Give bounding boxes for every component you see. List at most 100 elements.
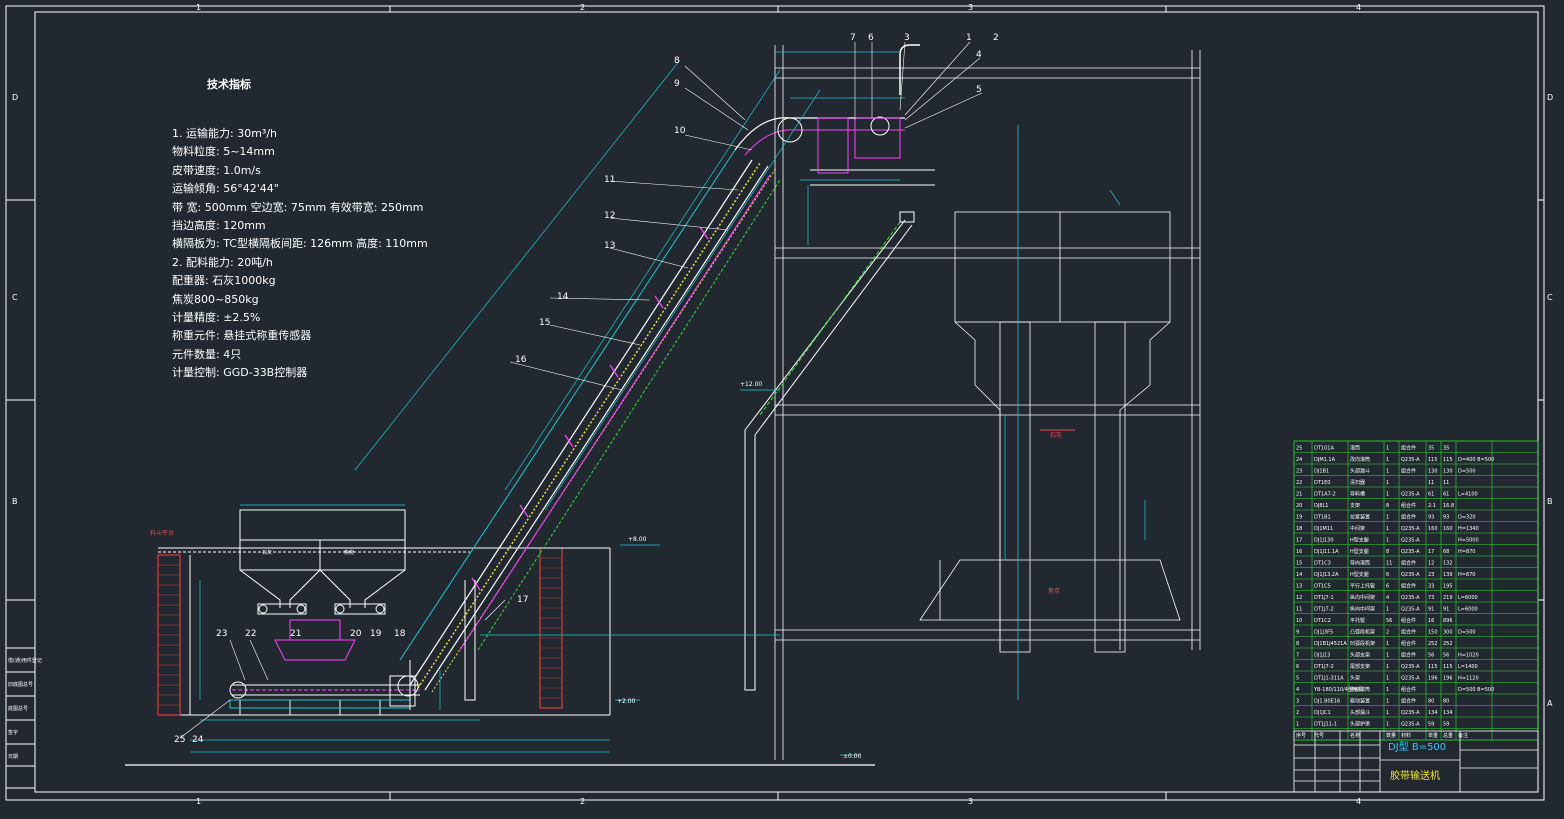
parts-table-cell: 23 [1296,469,1302,475]
spec-line: 元件数量: 4只 [172,347,242,361]
parts-table-cell: 组合件 [1401,686,1416,693]
callout-3: 3 [904,33,910,43]
parts-table-cell: 纵向中间架 [1350,606,1375,613]
parts-table-cell: 6 [1386,584,1389,590]
parts-table-cell: 115 [1443,457,1453,463]
parts-table-cell: 组合件 [1401,445,1416,452]
parts-table-cell: 1 [1386,538,1389,544]
parts-table-cell: 备注 [1458,732,1468,739]
parts-table-cell: 凹弧段机架 [1350,640,1375,647]
parts-table-cell: DJM1.1A [1314,457,1336,463]
parts-table-cell: H=870 [1458,549,1476,555]
parts-table-cell: 115 [1443,664,1453,670]
parts-table-cell: 1 [1386,526,1389,532]
parts-table-cell: Q235-A [1401,664,1420,670]
parts-table-cell: 17 [1296,538,1302,544]
parts-table-cell: H型支腿 [1350,537,1369,544]
parts-table-cell: DJ1B1J4521A [1314,641,1347,647]
parts-table-cell: DJ1M11 [1314,526,1333,532]
parts-table-cell: D=500 B=500 [1458,687,1494,693]
parts-table-cell: DT101A [1314,446,1334,452]
parts-table-cell: 尾部支架 [1350,663,1370,670]
strip-text-1: 借(通)用件登记 [8,657,42,664]
col-ref-4: 4 [1356,3,1361,12]
parts-table-cell: 252 [1428,641,1438,647]
parts-table-cell: Q235-A [1401,457,1420,463]
parts-table-cell: 头架 [1350,675,1360,682]
parts-table-cell: 总重 [1443,732,1453,739]
parts-table-cell: Q235-A [1401,492,1420,498]
parts-table-cell: 160 [1443,526,1453,532]
spec-line: 横隔板为: TC型横隔板间距: 126mm 高度: 110mm [172,237,428,251]
spec-list: 1. 运输能力: 30m³/h 物料粒度: 5~14mm 皮带速度: 1.0m/… [172,125,428,382]
parts-table-cell: 134 [1443,710,1453,716]
parts-table-cell: 35 [1428,446,1434,452]
callout-13: 13 [604,241,615,251]
col-ref-2-bottom: 2 [580,797,585,806]
parts-table-cell: 组合件 [1401,514,1416,521]
parts-table-cell: 1 [1386,446,1389,452]
parts-table-cell: 凸弧段机架 [1350,629,1375,636]
parts-table-cell: 80 [1443,699,1449,705]
parts-table-cell: 11 [1386,561,1392,567]
parts-table-cell: DJ1.B0E16 [1314,699,1340,705]
parts-table-cell: 材料 [1401,732,1411,739]
callout-21: 21 [290,629,301,639]
parts-table-cell: 序号 [1296,732,1306,739]
parts-table-cell: 20 [1296,503,1302,509]
parts-table-cell: 导向滚筒 [1350,560,1370,567]
parts-table-cell: 8 [1386,503,1389,509]
callout-24: 24 [192,735,204,745]
parts-table-cell: 1 [1386,676,1389,682]
parts-table-cell: 19 [1296,515,1302,521]
parts-table-cell: 300 [1443,630,1453,636]
parts-table-cell: DJ1B1 [1314,469,1329,475]
parts-table-cell: L=6000 [1458,607,1478,613]
parts-table-cell: DJ1JC1 [1314,710,1331,716]
parts-table-cell: 61 [1443,492,1449,498]
callout-16: 16 [515,355,527,365]
callout-23: 23 [216,629,227,639]
parts-table-cell: 头部护罩 [1350,721,1370,728]
parts-table-cell: 支架 [1350,502,1360,509]
callout-14: 14 [557,292,569,302]
parts-table-cell: 68 [1443,549,1449,555]
parts-table-cell: 10 [1296,618,1302,624]
parts-table-cell: DT1A7-2 [1314,492,1336,498]
parts-table-cell: 拉紧装置 [1350,514,1370,521]
parts-table-cell: 1 [1386,607,1389,613]
parts-table-cell: 8 [1386,549,1389,555]
parts-table-cell: 驱动装置 [1350,698,1370,705]
parts-table-cell: 73 [1428,595,1434,601]
callout-19: 19 [370,629,382,639]
row-ref-a-right: A [1547,699,1553,708]
parts-table-cell: 1 [1386,653,1389,659]
parts-table-cell: DT1C2 [1314,618,1331,624]
inclined-conveyor [399,116,905,710]
parts-table-cell: 25 [1296,446,1302,452]
strip-text-5: 日期 [8,754,18,760]
parts-table-cell: 1 [1386,687,1389,693]
strip-text-2: 旧底图总号 [8,681,33,688]
horizontal-conveyor [229,675,420,715]
parts-table-cell: 22 [1296,480,1302,486]
parts-table-cell: 132 [1443,561,1453,567]
parts-table-cell: 13 [1296,584,1302,590]
parts-table-cell: 平行上托辊 [1350,583,1375,590]
callout-8: 8 [674,56,680,66]
parts-table-cell: H=1340 [1458,526,1479,532]
parts-table-cell: 80 [1428,699,1434,705]
elevation-12: +12.00 [740,381,762,388]
parts-table-cell: 2 [1386,630,1389,636]
parts-table-cell: 160 [1428,526,1438,532]
callout-5: 5 [976,85,982,95]
spec-line: 带 宽: 500mm 空边宽: 75mm 有效带宽: 250mm [172,200,424,214]
parts-table-cell: 平托辊 [1350,617,1365,624]
parts-table-cell: D=400 B=500 [1458,457,1494,463]
parts-table-cell: DJ1J13 [1314,653,1330,659]
building-structure [125,547,875,766]
parts-table-cell: 6 [1386,572,1389,578]
parts-table-cell: 15 [1296,561,1302,567]
parts-table-cell: Q235-A [1401,722,1420,728]
lime-label: 石灰 [262,549,272,556]
